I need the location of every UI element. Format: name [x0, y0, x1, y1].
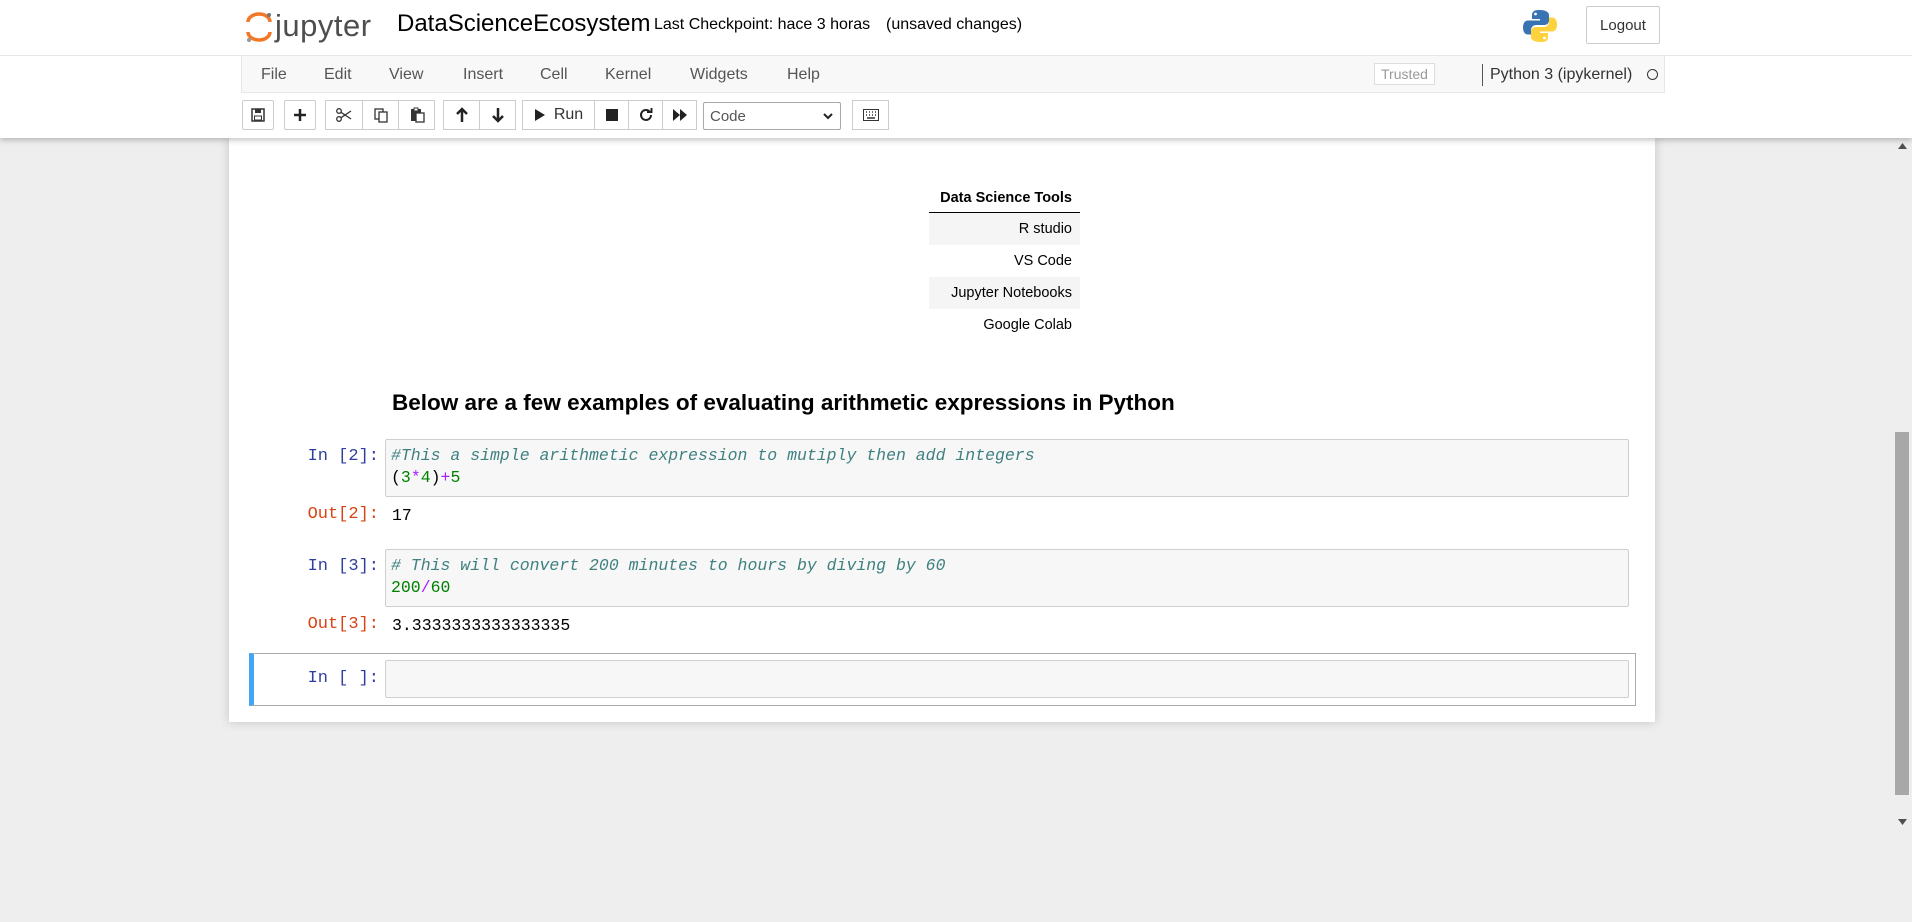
- restart-icon: [639, 108, 652, 121]
- scroll-up-icon[interactable]: [1898, 143, 1907, 149]
- code-expression: (3*4)+5: [391, 468, 461, 487]
- save-button[interactable]: [242, 100, 274, 130]
- notebook-header: jupyter DataScienceEcosystem Last Checkp…: [0, 0, 1912, 138]
- code-comment: #This a simple arithmetic expression to …: [391, 446, 1035, 465]
- data-science-tools-table: Data Science Tools R studio VS Code Jupy…: [929, 184, 1080, 341]
- in-prompt: In [2]:: [307, 447, 379, 466]
- cut-button[interactable]: [325, 100, 363, 130]
- chevron-down-icon: [823, 113, 833, 120]
- cell-type-value: Code: [710, 108, 746, 125]
- menu-edit[interactable]: Edit: [324, 66, 352, 84]
- out-prompt: Out[3]:: [307, 615, 379, 634]
- restart-button[interactable]: [628, 100, 663, 130]
- scroll-down-icon[interactable]: [1898, 819, 1907, 825]
- copy-icon: [373, 108, 388, 123]
- code-cell-input[interactable]: [385, 660, 1629, 698]
- menu-help[interactable]: Help: [787, 66, 820, 84]
- arrow-down-icon: [491, 108, 504, 123]
- arrow-up-icon: [455, 107, 468, 122]
- move-down-button[interactable]: [479, 100, 516, 130]
- table-header: Data Science Tools: [929, 184, 1080, 213]
- jupyter-logo[interactable]: jupyter: [245, 6, 380, 46]
- fast-forward-icon: [672, 109, 687, 121]
- kernel-name[interactable]: Python 3 (ipykernel): [1490, 66, 1632, 84]
- code-cell-input[interactable]: # This will convert 200 minutes to hours…: [385, 549, 1629, 607]
- interrupt-button[interactable]: [594, 100, 629, 130]
- logout-button[interactable]: Logout: [1586, 6, 1660, 44]
- code-cell-input[interactable]: #This a simple arithmetic expression to …: [385, 439, 1629, 497]
- cell-type-select[interactable]: Code: [703, 102, 841, 130]
- logo-text: jupyter: [275, 8, 372, 43]
- play-icon: [534, 109, 545, 121]
- run-all-button[interactable]: [662, 100, 697, 130]
- kernel-idle-icon: [1647, 69, 1658, 80]
- code-comment: # This will convert 200 minutes to hours…: [391, 556, 946, 575]
- menu-view[interactable]: View: [389, 66, 423, 84]
- paste-button[interactable]: [398, 100, 435, 130]
- table-cell: Jupyter Notebooks: [929, 277, 1080, 309]
- run-button[interactable]: Run: [522, 100, 595, 130]
- cell-output: 3.3333333333333335: [392, 616, 571, 635]
- out-prompt: Out[2]:: [307, 505, 379, 524]
- save-icon: [251, 108, 265, 122]
- paste-icon: [410, 107, 425, 123]
- plus-icon: [294, 109, 306, 121]
- menu-file[interactable]: File: [261, 66, 287, 84]
- jupyter-logo-icon: [246, 12, 272, 42]
- scrollbar-thumb[interactable]: [1895, 432, 1909, 795]
- markdown-heading: Below are a few examples of evaluating a…: [392, 390, 1175, 415]
- run-label: Run: [553, 106, 584, 123]
- in-prompt: In [3]:: [307, 557, 379, 576]
- move-up-button[interactable]: [443, 100, 480, 130]
- notebook-container: Data Science Tools R studio VS Code Jupy…: [229, 138, 1655, 722]
- notebook-title[interactable]: DataScienceEcosystem: [397, 10, 650, 38]
- menu-widgets[interactable]: Widgets: [690, 66, 748, 84]
- in-prompt: In [ ]:: [307, 669, 379, 688]
- table-cell: Google Colab: [983, 317, 1072, 333]
- insert-cell-button[interactable]: [284, 100, 316, 130]
- keyboard-icon: [862, 109, 879, 121]
- code-expression: 200/60: [391, 578, 451, 597]
- checkpoint-status: Last Checkpoint: hace 3 horas: [654, 16, 871, 33]
- menu-insert[interactable]: Insert: [463, 66, 503, 84]
- unsaved-indicator: (unsaved changes): [886, 16, 1023, 33]
- table-cell: VS Code: [1013, 253, 1072, 269]
- cell-output: 17: [392, 506, 412, 525]
- menu-bar: File Edit View Insert Cell Kernel Widget…: [241, 55, 1665, 93]
- command-palette-button[interactable]: [852, 100, 889, 130]
- top-bar: jupyter DataScienceEcosystem Last Checkp…: [0, 0, 1912, 56]
- kernel-divider: [1482, 64, 1483, 86]
- toolbar: Run Code: [241, 99, 1665, 133]
- menu-kernel[interactable]: Kernel: [605, 66, 651, 84]
- stop-icon: [605, 109, 618, 121]
- copy-button[interactable]: [362, 100, 399, 130]
- menu-cell[interactable]: Cell: [540, 66, 568, 84]
- scissors-icon: [336, 108, 352, 122]
- python-logo-icon: [1523, 10, 1557, 42]
- trusted-badge[interactable]: Trusted: [1374, 63, 1435, 85]
- table-cell: R studio: [929, 212, 1080, 245]
